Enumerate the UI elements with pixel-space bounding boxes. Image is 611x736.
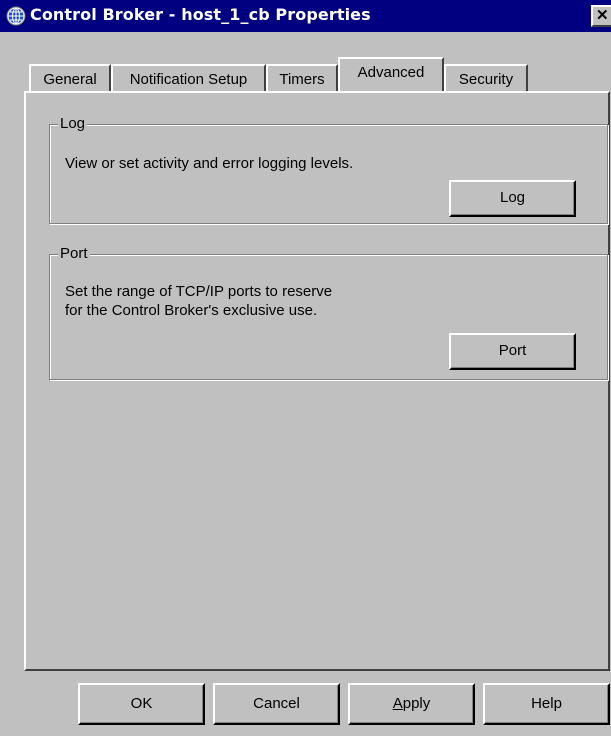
close-icon: ✕ [596,7,609,24]
tab-advanced-label: Advanced [357,64,425,81]
tab-general[interactable]: General [29,64,111,91]
tab-advanced[interactable]: Advanced [338,57,444,91]
apply-label-rest: pply [402,695,431,712]
close-button[interactable]: ✕ [591,5,611,27]
log-button-label: Log [499,189,526,206]
tab-security[interactable]: Security [444,64,528,91]
port-group: Port Set the range of TCP/IP ports to re… [49,245,608,380]
log-button[interactable]: Log [449,180,576,217]
apply-button[interactable]: Apply [348,683,475,725]
port-group-title: Port [58,245,90,263]
port-description-line-1: Set the range of TCP/IP ports to reserve [65,283,333,300]
ok-button[interactable]: OK [78,683,205,725]
cancel-button-label: Cancel [253,695,300,712]
port-description-line-2: for the Control Broker's exclusive use. [65,302,318,319]
globe-icon [6,6,26,26]
title-bar: Control Broker - host_1_cb Properties ✕ [0,0,611,32]
apply-mnemonic: A [392,695,403,712]
tab-notification-setup[interactable]: Notification Setup [111,64,266,91]
ok-button-label: OK [130,695,153,712]
cancel-button[interactable]: Cancel [213,683,340,725]
port-button[interactable]: Port [449,333,576,370]
tab-timers[interactable]: Timers [266,64,338,91]
help-button-label: Help [531,695,562,712]
log-description: View or set activity and error logging l… [65,155,354,172]
tab-panel-advanced: Log View or set activity and error loggi… [24,91,610,671]
tab-security-label: Security [458,71,514,88]
tab-notification-setup-label: Notification Setup [129,71,248,88]
apply-button-label: Apply [393,695,431,712]
tab-general-label: General [43,71,97,88]
tab-timers-label: Timers [279,71,325,88]
port-button-label: Port [498,342,527,359]
log-group-title: Log [58,115,88,133]
window-title: Control Broker - host_1_cb Properties [30,5,371,24]
log-group: Log View or set activity and error loggi… [49,115,608,224]
help-button[interactable]: Help [483,683,610,725]
